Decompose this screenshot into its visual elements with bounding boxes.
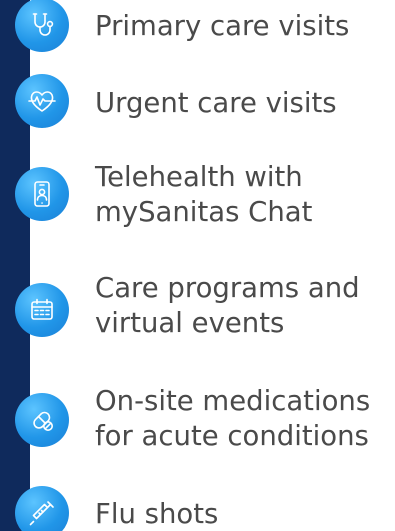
smartphone-doctor-icon (15, 167, 69, 221)
heart-pulse-icon (15, 74, 69, 128)
item-label: On-site medications for acute conditions (95, 384, 370, 454)
item-label: Telehealth with mySanitas Chat (95, 160, 312, 230)
item-label-line: for acute conditions (95, 420, 369, 452)
item-label: Flu shots (95, 497, 218, 531)
item-label-line: Flu shots (95, 498, 219, 530)
item-label-line: Telehealth with (95, 161, 303, 193)
calendar-icon (15, 283, 69, 337)
pill-capsule-icon (15, 393, 69, 447)
item-label-line: Primary care visits (95, 10, 350, 42)
services-list-panel: Primary care visits Urgent care visits T… (0, 0, 395, 531)
item-label-line: On-site medications (95, 385, 371, 417)
item-label-line: virtual events (95, 307, 285, 339)
item-label: Primary care visits (95, 9, 349, 44)
item-label: Urgent care visits (95, 86, 337, 121)
item-label: Care programs and virtual events (95, 271, 360, 341)
item-label-line: Urgent care visits (95, 87, 337, 119)
item-label-line: mySanitas Chat (95, 196, 313, 228)
syringe-icon (15, 486, 69, 531)
item-label-line: Care programs and (95, 272, 360, 304)
stethoscope-icon (15, 0, 69, 52)
